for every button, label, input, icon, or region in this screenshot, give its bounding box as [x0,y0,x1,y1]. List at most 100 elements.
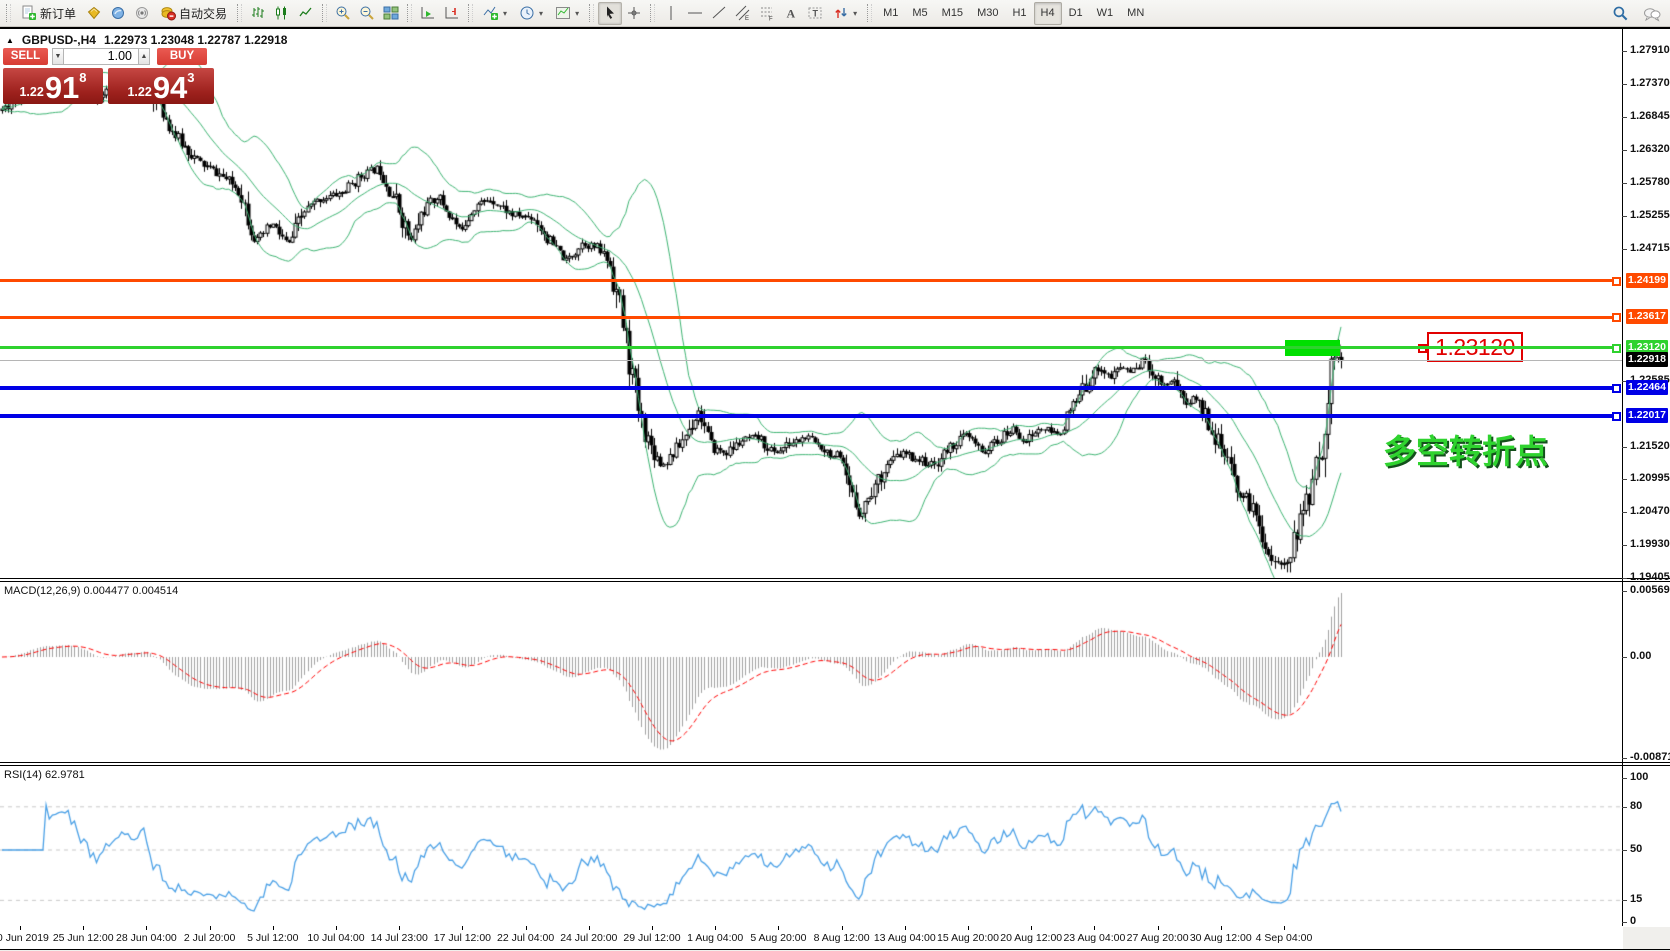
new-order-button[interactable]: 新订单 [15,2,82,25]
rsi-axis-tick-label: 0 [1630,915,1636,927]
signals-button[interactable] [130,2,154,25]
toolbar-grip[interactable] [407,4,412,22]
pane-separator-rsi[interactable] [0,762,1670,766]
timeframe-button-mn[interactable]: MN [1120,2,1151,25]
equidistant-channel-button[interactable]: E [731,2,755,25]
buy-price-display[interactable]: 1.22943 [108,68,214,104]
chart-note-text[interactable]: 多空转折点 [1383,425,1548,473]
level-line-marker[interactable] [1612,344,1621,353]
chat-icon[interactable] [1640,2,1664,25]
toolbar-grip[interactable] [650,4,655,22]
sell-button[interactable]: SELL [3,48,48,65]
toolbar-group-chart-type [233,0,318,27]
chart-shift-button[interactable] [440,2,464,25]
timeframe-button-d1[interactable]: D1 [1062,2,1090,25]
vertical-line-button[interactable] [659,2,683,25]
buy-price-main: 94 [153,73,187,102]
autotrading-label: 自动交易 [179,5,227,22]
rsi-axis-tick-mark [1622,922,1627,923]
chart-canvas[interactable] [0,29,1622,926]
crosshair-button[interactable] [622,2,646,25]
trendline-button[interactable] [707,2,731,25]
timeframe-button-m1[interactable]: M1 [876,2,905,25]
volume-input[interactable]: 1.00 [64,48,138,65]
toolbar-grip[interactable] [867,4,872,22]
current-price-line [0,360,1622,361]
indicators-button[interactable]: ▾ [477,2,513,25]
level-line-marker[interactable] [1612,412,1621,421]
horizontal-line-button[interactable] [683,2,707,25]
sell-price-prefix: 1.22 [19,85,43,99]
current-price-label: 1.22918 [1626,352,1668,367]
time-axis-tick-mark [399,926,400,930]
timeframe-button-w1[interactable]: W1 [1090,2,1121,25]
line-chart-button[interactable] [294,2,318,25]
toolbar-grip[interactable] [237,4,242,22]
chevron-down-icon: ▾ [503,9,507,18]
horizontal-level-line[interactable] [0,414,1612,418]
periods-button[interactable]: ▾ [513,2,549,25]
new-order-icon [21,5,37,21]
auto-scroll-button[interactable] [416,2,440,25]
tile-windows-button[interactable] [379,2,403,25]
price-axis-tick-label: 1.20995 [1630,472,1670,484]
chevron-down-icon: ▾ [853,9,857,18]
main-toolbar: 新订单 自动交易 [0,0,1670,27]
horizontal-level-line[interactable] [0,386,1612,390]
level-line-marker[interactable] [1612,277,1621,286]
time-axis-tick-mark [1031,926,1032,930]
timeframe-button-m30[interactable]: M30 [970,2,1005,25]
toolbar-group-indicators: ▾ ▾ ▾ [464,0,585,27]
trade-panel-controls: SELL ▼ 1.00 ▲ BUY [3,48,214,65]
collapse-icon[interactable]: ▲ [6,36,14,45]
candlestick-chart-button[interactable] [270,2,294,25]
time-axis-tick-mark [715,926,716,930]
level-line-marker[interactable] [1612,384,1621,393]
horizontal-level-line[interactable] [0,346,1612,349]
arrows-button[interactable]: ▾ [827,2,863,25]
price-axis-border [1622,29,1623,926]
buy-button[interactable]: BUY [157,48,207,65]
sell-price-main: 91 [45,73,79,102]
toolbar-grip[interactable] [589,4,594,22]
metaeditor-button[interactable] [82,2,106,25]
toolbar-right [1608,0,1664,27]
horizontal-level-line[interactable] [0,316,1612,319]
cursor-button[interactable] [598,2,622,25]
volume-decrease-button[interactable]: ▼ [52,48,64,65]
horizontal-level-line[interactable] [0,279,1612,282]
volume-increase-button[interactable]: ▲ [138,48,150,65]
sell-price-display[interactable]: 1.22918 [3,68,103,104]
macd-axis-tick-mark [1622,758,1627,759]
price-axis-tick-mark [1622,249,1627,250]
rsi-axis-tick-label: 100 [1630,771,1648,783]
zoom-in-button[interactable] [331,2,355,25]
time-axis-tick-mark [336,926,337,930]
navigator-button[interactable] [106,2,130,25]
text-label-button[interactable]: T [803,2,827,25]
zoom-out-button[interactable] [355,2,379,25]
timeframe-button-h4[interactable]: H4 [1034,2,1062,25]
pane-separator-macd[interactable] [0,578,1670,582]
price-axis-tick-mark [1622,578,1627,579]
bar-chart-button[interactable] [246,2,270,25]
timeframe-button-h1[interactable]: H1 [1005,2,1033,25]
template-icon [555,5,571,21]
templates-button[interactable]: ▾ [549,2,585,25]
level-line-marker[interactable] [1612,313,1621,322]
text-button[interactable]: A [779,2,803,25]
toolbar-grip[interactable] [6,4,11,22]
search-icon[interactable] [1608,2,1632,25]
timeframe-button-m15[interactable]: M15 [935,2,970,25]
price-axis-tick-mark [1622,150,1627,151]
autotrading-button[interactable]: 自动交易 [154,2,233,25]
macd-axis-tick-label: -0.008717 [1630,751,1670,763]
price-axis-level-label: 1.22464 [1626,380,1668,395]
macd-axis-tick-label: 0.00 [1630,650,1651,662]
fibonacci-button[interactable]: F [755,2,779,25]
time-axis-tick-mark [20,926,21,930]
timeframe-button-m5[interactable]: M5 [905,2,934,25]
toolbar-grip[interactable] [322,4,327,22]
toolbar-grip[interactable] [468,4,473,22]
chart-window: ▲ GBPUSD-,H4 1.22973 1.23048 1.22787 1.2… [0,27,1670,951]
